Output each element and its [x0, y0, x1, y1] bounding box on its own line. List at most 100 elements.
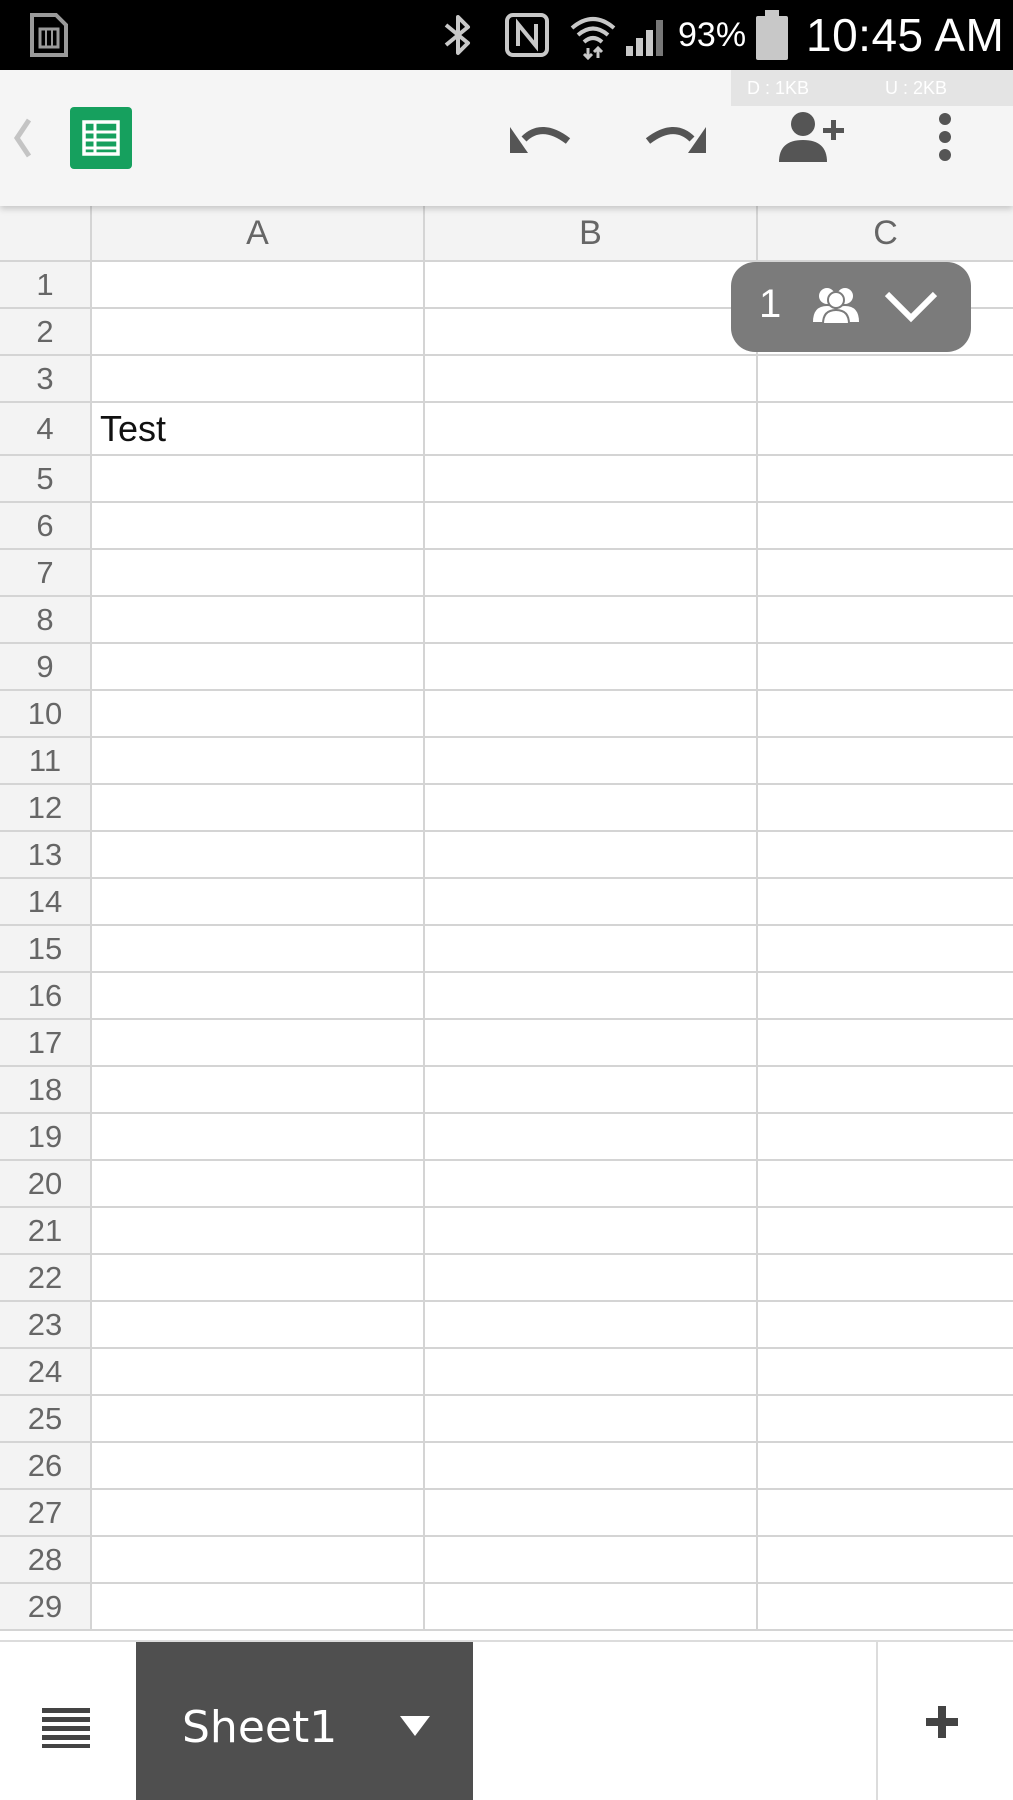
cell-b25[interactable] — [425, 1396, 758, 1441]
cell-c9[interactable] — [758, 644, 1013, 689]
cell-b29[interactable] — [425, 1584, 758, 1629]
cell-c15[interactable] — [758, 926, 1013, 971]
row-header[interactable]: 24 — [0, 1349, 92, 1394]
row-header[interactable]: 29 — [0, 1584, 92, 1629]
cell-c10[interactable] — [758, 691, 1013, 736]
cell-c12[interactable] — [758, 785, 1013, 830]
cell-a21[interactable] — [92, 1208, 425, 1253]
row-header[interactable]: 28 — [0, 1537, 92, 1582]
cell-b22[interactable] — [425, 1255, 758, 1300]
cell-c4[interactable] — [758, 403, 1013, 454]
back-button[interactable] — [6, 110, 40, 170]
cell-c28[interactable] — [758, 1537, 1013, 1582]
cell-a1[interactable] — [92, 262, 425, 307]
row-header[interactable]: 22 — [0, 1255, 92, 1300]
cell-a11[interactable] — [92, 738, 425, 783]
row-header[interactable]: 7 — [0, 550, 92, 595]
row-header[interactable]: 4 — [0, 403, 92, 454]
cell-c6[interactable] — [758, 503, 1013, 548]
cell-b16[interactable] — [425, 973, 758, 1018]
cell-c20[interactable] — [758, 1161, 1013, 1206]
select-all-corner[interactable] — [0, 206, 92, 262]
row-header[interactable]: 11 — [0, 738, 92, 783]
more-options-button[interactable] — [920, 106, 970, 172]
cell-a17[interactable] — [92, 1020, 425, 1065]
row-header[interactable]: 19 — [0, 1114, 92, 1159]
row-header[interactable]: 18 — [0, 1067, 92, 1112]
row-header[interactable]: 6 — [0, 503, 92, 548]
cell-c19[interactable] — [758, 1114, 1013, 1159]
cell-c27[interactable] — [758, 1490, 1013, 1535]
row-header[interactable]: 13 — [0, 832, 92, 877]
column-header-c[interactable]: C — [758, 206, 1013, 262]
cell-b8[interactable] — [425, 597, 758, 642]
column-header-a[interactable]: A — [92, 206, 425, 262]
cell-b26[interactable] — [425, 1443, 758, 1488]
cell-b24[interactable] — [425, 1349, 758, 1394]
cell-a28[interactable] — [92, 1537, 425, 1582]
cell-b4[interactable] — [425, 403, 758, 454]
row-header[interactable]: 12 — [0, 785, 92, 830]
add-person-button[interactable] — [772, 106, 852, 172]
row-header[interactable]: 15 — [0, 926, 92, 971]
cell-c18[interactable] — [758, 1067, 1013, 1112]
dropdown-arrow-icon[interactable] — [400, 1716, 430, 1741]
row-header[interactable]: 5 — [0, 456, 92, 501]
cell-b20[interactable] — [425, 1161, 758, 1206]
cell-a15[interactable] — [92, 926, 425, 971]
cell-a29[interactable] — [92, 1584, 425, 1629]
cell-c25[interactable] — [758, 1396, 1013, 1441]
cell-b11[interactable] — [425, 738, 758, 783]
cell-a2[interactable] — [92, 309, 425, 354]
cell-b5[interactable] — [425, 456, 758, 501]
cell-b14[interactable] — [425, 879, 758, 924]
cell-a26[interactable] — [92, 1443, 425, 1488]
sheets-logo-icon[interactable] — [70, 107, 132, 169]
row-header[interactable]: 2 — [0, 309, 92, 354]
collaborators-button[interactable]: 1 — [731, 262, 971, 352]
cell-b12[interactable] — [425, 785, 758, 830]
cell-c7[interactable] — [758, 550, 1013, 595]
cell-c3[interactable] — [758, 356, 1013, 401]
cell-a27[interactable] — [92, 1490, 425, 1535]
cell-b17[interactable] — [425, 1020, 758, 1065]
spreadsheet-grid[interactable]: A B C 1 2 3 4 Test 5 6 7 8 9 10 11 12 13… — [0, 206, 1013, 1640]
cell-a25[interactable] — [92, 1396, 425, 1441]
cell-c22[interactable] — [758, 1255, 1013, 1300]
cell-c24[interactable] — [758, 1349, 1013, 1394]
column-header-b[interactable]: B — [425, 206, 758, 262]
cell-c5[interactable] — [758, 456, 1013, 501]
cell-b15[interactable] — [425, 926, 758, 971]
cell-b1[interactable] — [425, 262, 758, 307]
cell-a22[interactable] — [92, 1255, 425, 1300]
add-sheet-button[interactable] — [924, 1704, 968, 1748]
cell-b23[interactable] — [425, 1302, 758, 1347]
undo-button[interactable] — [500, 106, 580, 172]
cell-c16[interactable] — [758, 973, 1013, 1018]
cell-a23[interactable] — [92, 1302, 425, 1347]
redo-button[interactable] — [636, 106, 716, 172]
row-header[interactable]: 1 — [0, 262, 92, 307]
cell-a14[interactable] — [92, 879, 425, 924]
cell-c26[interactable] — [758, 1443, 1013, 1488]
row-header[interactable]: 26 — [0, 1443, 92, 1488]
cell-a13[interactable] — [92, 832, 425, 877]
cell-a8[interactable] — [92, 597, 425, 642]
row-header[interactable]: 3 — [0, 356, 92, 401]
cell-b3[interactable] — [425, 356, 758, 401]
cell-c21[interactable] — [758, 1208, 1013, 1253]
cell-a24[interactable] — [92, 1349, 425, 1394]
cell-a5[interactable] — [92, 456, 425, 501]
row-header[interactable]: 20 — [0, 1161, 92, 1206]
row-header[interactable]: 16 — [0, 973, 92, 1018]
row-header[interactable]: 10 — [0, 691, 92, 736]
cell-a18[interactable] — [92, 1067, 425, 1112]
cell-b27[interactable] — [425, 1490, 758, 1535]
cell-a4[interactable]: Test — [92, 403, 425, 454]
sheet-list-button[interactable] — [40, 1708, 94, 1748]
cell-c13[interactable] — [758, 832, 1013, 877]
cell-b10[interactable] — [425, 691, 758, 736]
row-header[interactable]: 25 — [0, 1396, 92, 1441]
row-header[interactable]: 21 — [0, 1208, 92, 1253]
cell-a10[interactable] — [92, 691, 425, 736]
